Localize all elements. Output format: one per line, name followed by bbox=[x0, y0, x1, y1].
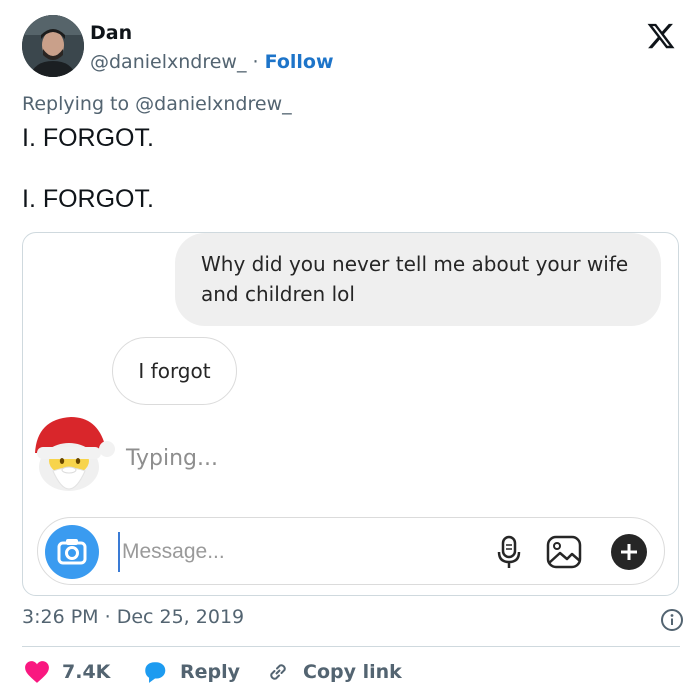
copy-link-label: Copy link bbox=[303, 661, 402, 683]
copy-link-button[interactable]: Copy link bbox=[265, 656, 402, 688]
plus-icon[interactable] bbox=[610, 533, 648, 571]
tweet-text-line: I. FORGOT. bbox=[22, 124, 154, 152]
reply-bubble-icon bbox=[145, 662, 166, 683]
follow-button[interactable]: Follow bbox=[265, 51, 334, 73]
author-name[interactable]: Dan bbox=[90, 21, 334, 45]
meta-separator: · bbox=[252, 51, 259, 73]
info-icon[interactable] bbox=[660, 608, 684, 632]
message-composer bbox=[37, 517, 665, 585]
tweet-header: Dan @danielxndrew_ · Follow bbox=[22, 15, 680, 79]
heart-icon bbox=[25, 661, 49, 683]
like-count: 7.4K bbox=[62, 661, 111, 683]
divider bbox=[22, 646, 680, 647]
x-logo-icon[interactable] bbox=[646, 21, 676, 51]
timestamp-time: 3:26 PM bbox=[22, 606, 99, 628]
tweet-timestamp[interactable]: 3:26 PM · Dec 25, 2019 bbox=[22, 606, 244, 628]
received-message-bubble: I forgot bbox=[112, 337, 237, 405]
gallery-icon[interactable] bbox=[545, 533, 583, 571]
attached-screenshot[interactable]: Why did you never tell me about your wif… bbox=[22, 232, 679, 596]
message-input[interactable] bbox=[118, 532, 478, 572]
link-icon bbox=[270, 664, 286, 680]
author-handle[interactable]: @danielxndrew_ bbox=[90, 51, 246, 73]
santa-emoji-icon bbox=[35, 417, 115, 491]
replying-to: Replying to @danielxndrew_ bbox=[22, 93, 292, 115]
tweet-text-line: I. FORGOT. bbox=[22, 185, 154, 213]
timestamp-separator: · bbox=[104, 606, 111, 628]
like-button[interactable]: 7.4K bbox=[24, 656, 110, 688]
author-block: Dan @danielxndrew_ · Follow bbox=[90, 21, 334, 75]
typing-indicator: Typing... bbox=[126, 446, 218, 471]
tweet-actions: 7.4K Reply Copy link bbox=[22, 656, 680, 688]
avatar[interactable] bbox=[22, 15, 84, 77]
camera-button[interactable] bbox=[45, 525, 99, 579]
camera-icon bbox=[57, 539, 87, 565]
timestamp-date: Dec 25, 2019 bbox=[116, 606, 245, 628]
reply-label: Reply bbox=[180, 661, 241, 683]
sent-message-bubble: Why did you never tell me about your wif… bbox=[175, 233, 661, 326]
microphone-icon[interactable] bbox=[490, 533, 528, 571]
reply-button[interactable]: Reply bbox=[142, 656, 240, 688]
author-meta: @danielxndrew_ · Follow bbox=[90, 49, 334, 75]
